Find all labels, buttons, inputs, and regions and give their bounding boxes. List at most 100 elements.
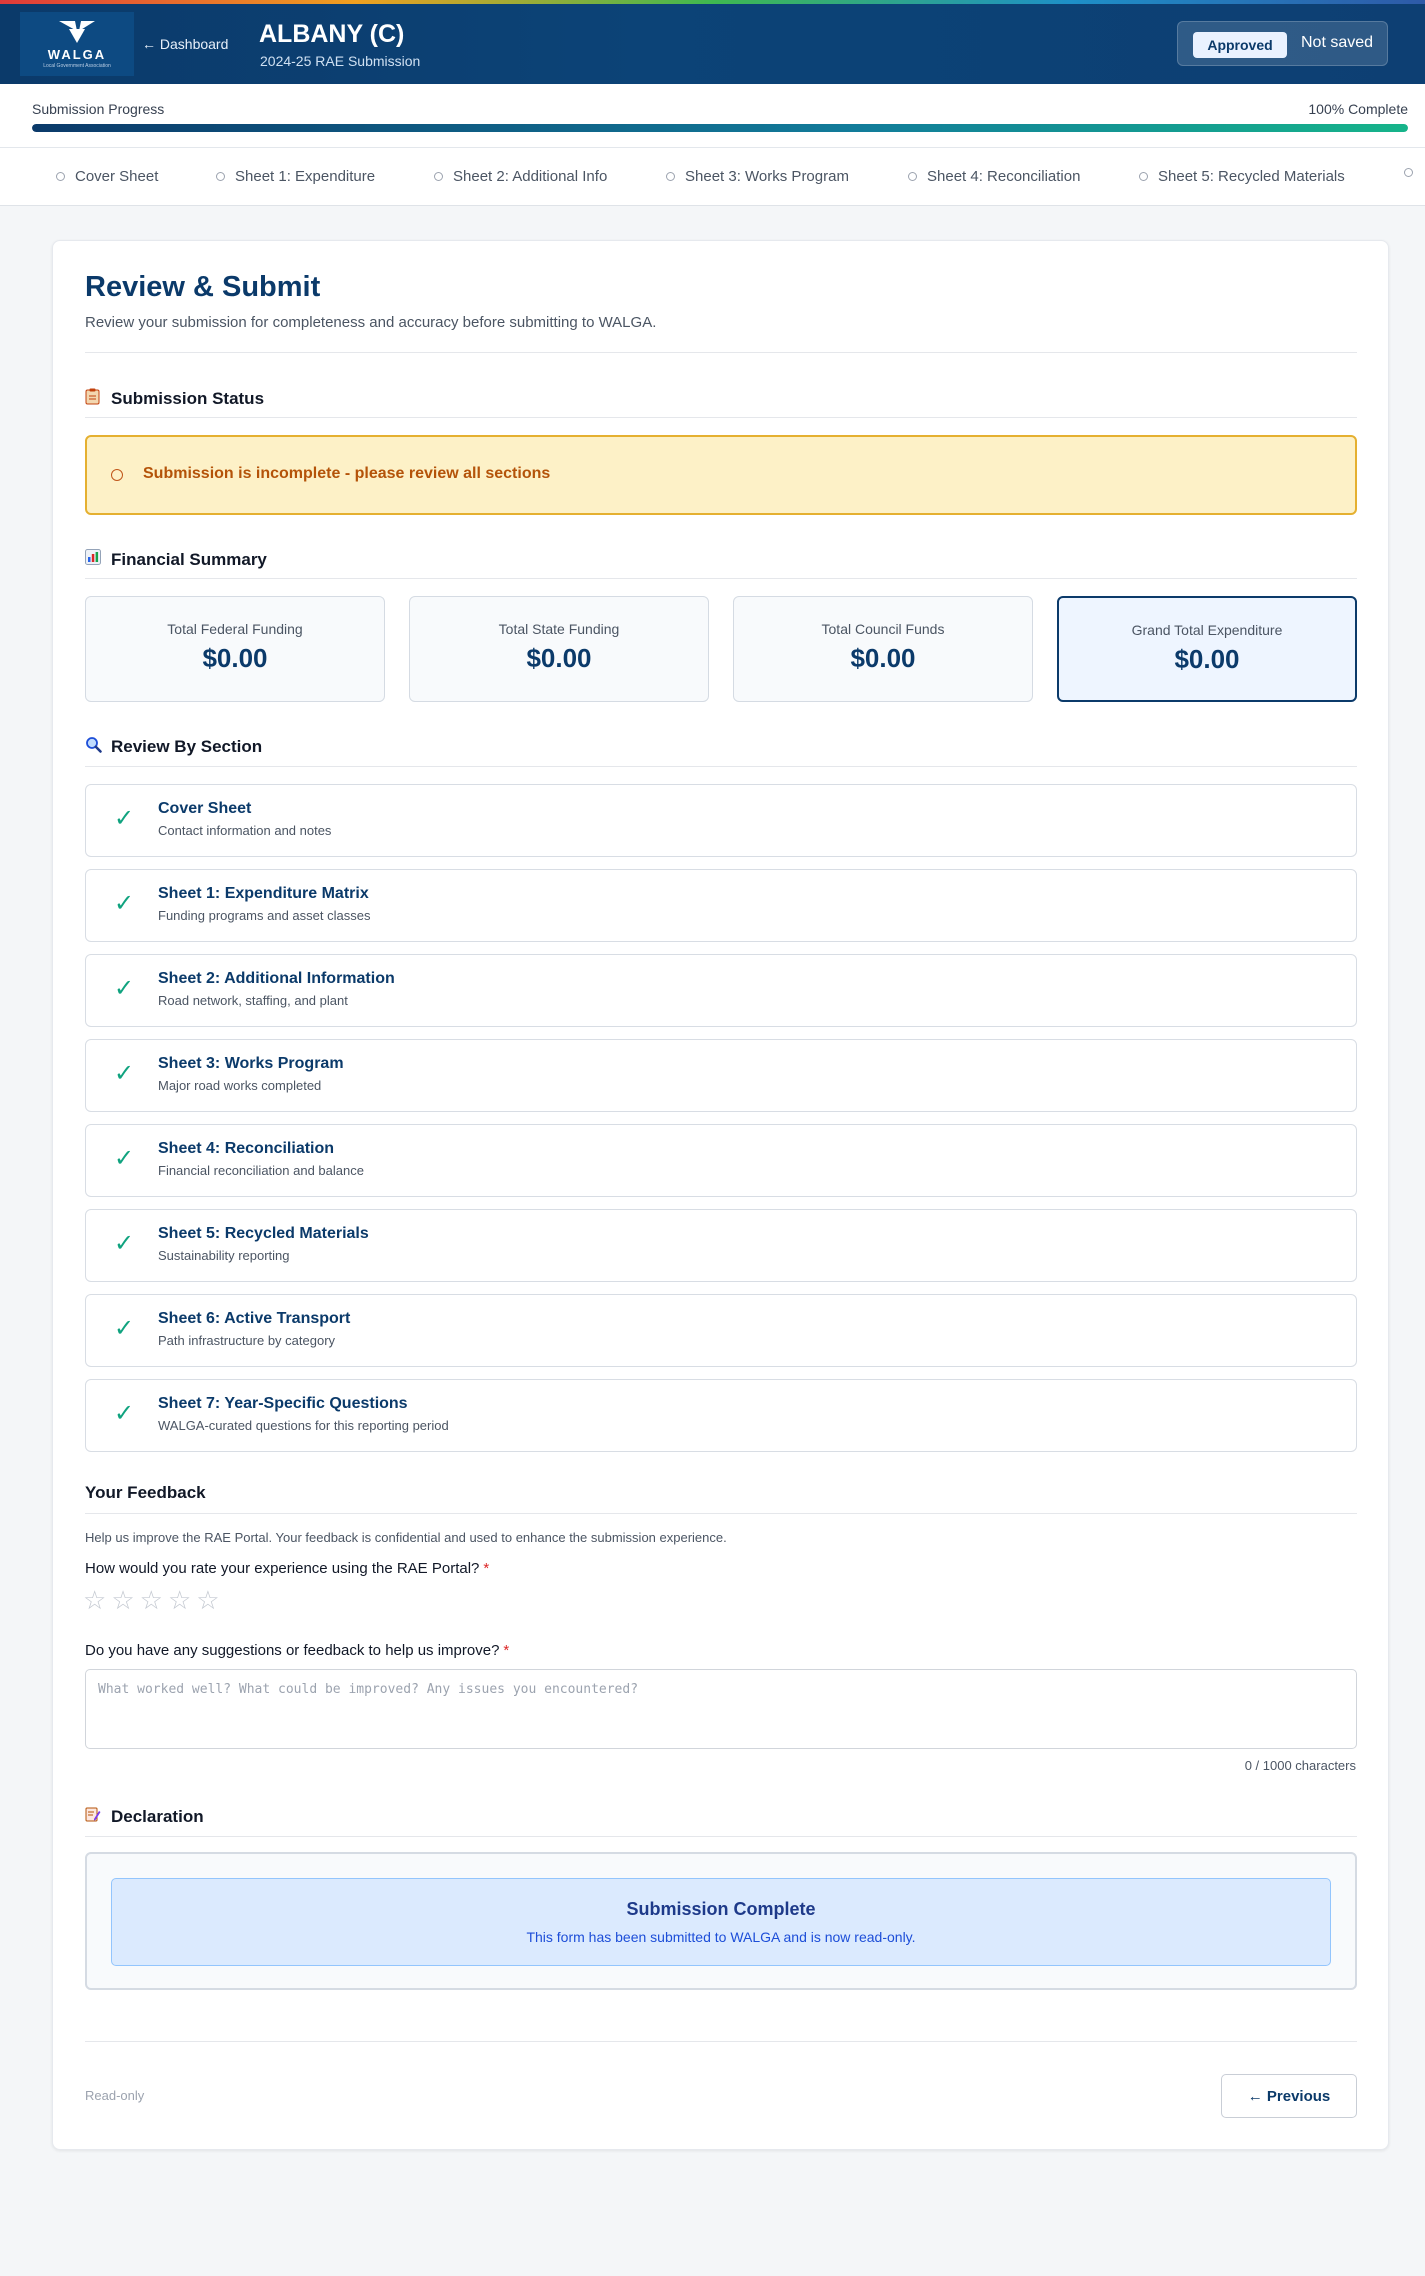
star-icon-5[interactable]: ☆ <box>196 1587 219 1613</box>
divider <box>85 1513 1357 1514</box>
check-icon: ✓ <box>114 1145 135 1172</box>
walga-logo[interactable]: WALGA Local Government Association <box>20 12 134 76</box>
review-item-sheet-1[interactable]: ✓ Sheet 1: Expenditure Matrix Funding pr… <box>85 869 1357 942</box>
tab-sheet-2[interactable]: Sheet 2: Additional Info <box>434 168 607 185</box>
star-icon-3[interactable]: ☆ <box>140 1587 163 1613</box>
feedback-description: Help us improve the RAE Portal. Your fee… <box>85 1530 727 1545</box>
review-item-title: Sheet 3: Works Program <box>158 1055 344 1072</box>
star-icon-4[interactable]: ☆ <box>168 1587 191 1613</box>
fin-value: $0.00 <box>1174 644 1240 674</box>
review-item-subtitle: Sustainability reporting <box>158 1248 290 1263</box>
review-item-subtitle: Financial reconciliation and balance <box>158 1163 364 1178</box>
submission-status-heading: Submission Status <box>85 388 264 410</box>
character-count: 0 / 1000 characters <box>1244 1758 1356 1773</box>
review-item-sheet-4[interactable]: ✓ Sheet 4: Reconciliation Financial reco… <box>85 1124 1357 1197</box>
progress-track <box>32 124 1408 132</box>
tab-sheet-3[interactable]: Sheet 3: Works Program <box>666 168 849 185</box>
financial-summary-heading: Financial Summary <box>85 549 267 570</box>
review-item-subtitle: Road network, staffing, and plant <box>158 993 348 1008</box>
pen-icon <box>85 1806 103 1827</box>
bar-chart-icon <box>85 549 103 570</box>
review-item-sheet-6[interactable]: ✓ Sheet 6: Active Transport Path infrast… <box>85 1294 1357 1367</box>
submission-complete-notice: Submission Complete This form has been s… <box>111 1878 1331 1966</box>
council-name: ALBANY (C) <box>259 20 405 48</box>
check-icon: ✓ <box>114 1060 135 1087</box>
divider <box>85 2041 1357 2042</box>
check-icon: ✓ <box>114 1230 135 1257</box>
review-item-sheet-5[interactable]: ✓ Sheet 5: Recycled Materials Sustainabi… <box>85 1209 1357 1282</box>
submission-progress: Submission Progress 100% Complete <box>0 84 1425 148</box>
review-item-subtitle: Path infrastructure by category <box>158 1333 336 1348</box>
review-item-subtitle: WALGA-curated questions for this reporti… <box>158 1418 449 1433</box>
required-marker: * <box>483 1560 490 1577</box>
tab-status-dot-icon <box>908 172 917 181</box>
star-icon-1[interactable]: ☆ <box>83 1587 106 1613</box>
tab-cover-sheet[interactable]: Cover Sheet <box>56 168 158 185</box>
sheet-tabs: Cover Sheet Sheet 1: Expenditure Sheet 2… <box>0 148 1425 206</box>
tab-status-dot-icon <box>666 172 675 181</box>
progress-fill <box>32 124 1408 132</box>
progress-label: Submission Progress <box>32 101 165 117</box>
tab-overflow[interactable] <box>1404 168 1423 177</box>
fin-value: $0.00 <box>850 643 916 673</box>
complete-description: This form has been submitted to WALGA an… <box>526 1929 916 1945</box>
fin-label: Total State Funding <box>498 621 620 637</box>
fin-label: Total Council Funds <box>821 621 945 637</box>
review-item-sheet-3[interactable]: ✓ Sheet 3: Works Program Major road work… <box>85 1039 1357 1112</box>
logo-subtext: Local Government Association <box>43 63 111 69</box>
declaration-box: Submission Complete This form has been s… <box>85 1852 1357 1990</box>
grand-total-card: Grand Total Expenditure $0.00 <box>1057 596 1357 702</box>
previous-button[interactable]: ← Previous <box>1221 2074 1357 2118</box>
readonly-label: Read-only <box>85 2088 145 2103</box>
walga-mark-icon <box>59 21 95 43</box>
submission-subtitle: 2024-25 RAE Submission <box>260 53 421 69</box>
review-by-section-heading: Review By Section <box>85 736 262 758</box>
review-item-title: Sheet 1: Expenditure Matrix <box>158 885 369 902</box>
review-item-title: Sheet 6: Active Transport <box>158 1310 351 1327</box>
tab-sheet-5[interactable]: Sheet 5: Recycled Materials <box>1139 168 1345 185</box>
check-icon: ✓ <box>114 1315 135 1342</box>
required-marker: * <box>503 1642 510 1659</box>
alert-text: Submission is incomplete - please review… <box>143 465 551 482</box>
magnifier-icon <box>85 736 103 758</box>
suggestion-question: Do you have any suggestions or feedback … <box>85 1642 510 1659</box>
review-item-title: Sheet 5: Recycled Materials <box>158 1225 369 1242</box>
check-icon: ✓ <box>114 1400 135 1427</box>
review-item-subtitle: Major road works completed <box>158 1078 322 1093</box>
review-item-cover-sheet[interactable]: ✓ Cover Sheet Contact information and no… <box>85 784 1357 857</box>
tab-status-dot-icon <box>1139 172 1148 181</box>
tab-sheet-4[interactable]: Sheet 4: Reconciliation <box>908 168 1080 185</box>
tab-status-dot-icon <box>434 172 443 181</box>
app-header: WALGA Local Government Association ← Das… <box>0 4 1425 84</box>
review-item-title: Sheet 4: Reconciliation <box>158 1140 335 1157</box>
check-icon: ✓ <box>114 975 135 1002</box>
federal-funding-card: Total Federal Funding $0.00 <box>85 596 385 702</box>
feedback-textarea[interactable] <box>85 1669 1357 1749</box>
clipboard-icon <box>85 388 103 410</box>
tab-status-dot-icon <box>1404 168 1413 177</box>
star-icon-2[interactable]: ☆ <box>111 1587 134 1613</box>
divider <box>85 352 1357 353</box>
review-submit-card: Review & Submit Review your submission f… <box>52 240 1389 2150</box>
fin-value: $0.00 <box>526 643 592 673</box>
divider <box>85 1836 1357 1837</box>
incomplete-alert: Submission is incomplete - please review… <box>85 435 1357 515</box>
dashboard-back-link[interactable]: ← Dashboard <box>142 36 228 52</box>
review-item-sheet-2[interactable]: ✓ Sheet 2: Additional Information Road n… <box>85 954 1357 1027</box>
divider <box>85 578 1357 579</box>
circle-icon <box>111 469 123 481</box>
review-item-subtitle: Funding programs and asset classes <box>158 908 371 923</box>
divider <box>85 766 1357 767</box>
council-funds-card: Total Council Funds $0.00 <box>733 596 1033 702</box>
progress-percent: 100% Complete <box>1308 101 1408 117</box>
fin-label: Grand Total Expenditure <box>1131 622 1283 638</box>
status-box: Approved Not saved <box>1177 21 1388 66</box>
approved-badge: Approved <box>1193 32 1287 58</box>
page-description: Review your submission for completeness … <box>85 314 657 331</box>
state-funding-card: Total State Funding $0.00 <box>409 596 709 702</box>
declaration-heading: Declaration <box>85 1806 204 1827</box>
tab-sheet-1[interactable]: Sheet 1: Expenditure <box>216 168 375 185</box>
fin-value: $0.00 <box>202 643 268 673</box>
check-icon: ✓ <box>114 890 135 917</box>
review-item-sheet-7[interactable]: ✓ Sheet 7: Year-Specific Questions WALGA… <box>85 1379 1357 1452</box>
